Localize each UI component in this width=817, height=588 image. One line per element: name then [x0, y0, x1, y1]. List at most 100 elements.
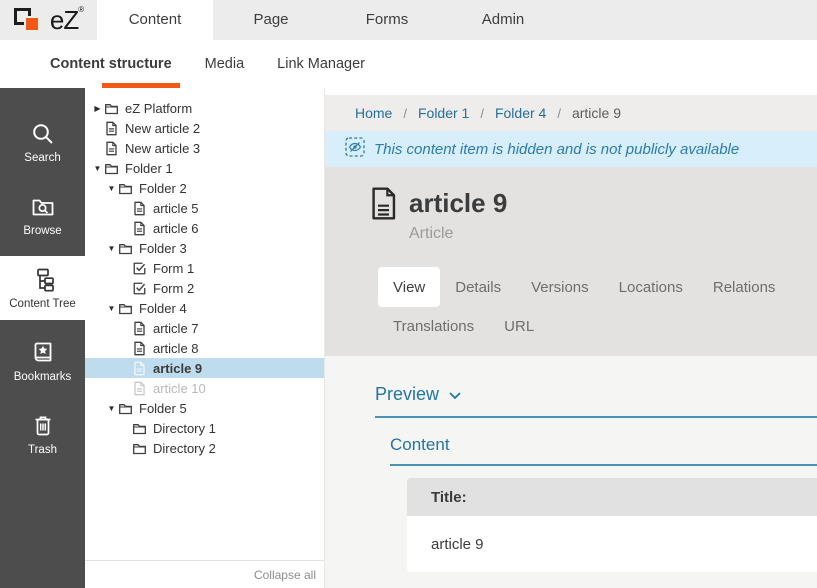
collapse-arrow-icon[interactable]: ▼: [105, 244, 118, 253]
article-icon: [132, 381, 147, 396]
top-tab-bar: ContentPageFormsAdmin: [97, 0, 561, 40]
folder-icon: [118, 401, 133, 416]
tree-item-label: article 9: [153, 361, 202, 376]
collapse-arrow-icon[interactable]: ▼: [105, 184, 118, 193]
hidden-content-notice-text: This content item is hidden and is not p…: [374, 141, 739, 158]
sidebar-item-trash[interactable]: Trash: [0, 402, 85, 466]
ez-logo[interactable]: eZ®: [0, 0, 97, 40]
tree-item-label: article 7: [153, 321, 199, 336]
tree-item-label: Folder 1: [125, 161, 173, 176]
article-icon: [132, 341, 147, 356]
tree-item-folder-3[interactable]: ▼ Folder 3: [85, 238, 324, 258]
tree-item-label: Folder 4: [139, 301, 187, 316]
tree-item-label: Folder 3: [139, 241, 187, 256]
subnav-item-content-structure[interactable]: Content structure: [50, 40, 172, 88]
tree-item-form-1[interactable]: Form 1: [85, 258, 324, 278]
folder-icon: [104, 101, 119, 116]
tree-item-form-2[interactable]: Form 2: [85, 278, 324, 298]
sidebar-item-label: Bookmarks: [14, 371, 72, 383]
collapse-arrow-icon[interactable]: ▼: [105, 304, 118, 313]
content-type-label: Article: [409, 225, 817, 243]
tree-item-new-article-2[interactable]: New article 2: [85, 118, 324, 138]
sidebar-item-label: Content Tree: [9, 298, 75, 310]
content-tab-bar: ViewDetailsVersionsLocationsRelations Tr…: [378, 267, 817, 345]
tree-item-label: New article 2: [125, 121, 200, 136]
tree-item-label: Directory 2: [153, 441, 216, 456]
tree-item-article-8[interactable]: article 8: [85, 338, 324, 358]
tab-view[interactable]: View: [378, 267, 440, 307]
content-section-rule: [390, 464, 817, 466]
content-tree-panel: ▶eZ PlatformNew article 2New article 3▼F…: [85, 88, 325, 588]
top-tab-page[interactable]: Page: [213, 0, 329, 40]
tree-item-article-9[interactable]: article 9: [85, 358, 324, 378]
expand-arrow-icon[interactable]: ▶: [91, 104, 104, 113]
tab-translations[interactable]: Translations: [378, 307, 489, 345]
tree-item-label: Form 2: [153, 281, 194, 296]
subnav-item-link-manager[interactable]: Link Manager: [277, 40, 365, 88]
secondary-nav: Content structure Media Link Manager: [0, 40, 817, 88]
breadcrumb-link-folder-1[interactable]: Folder 1: [418, 105, 469, 121]
bookmarks-icon: [30, 339, 56, 367]
sidebar-item-search[interactable]: Search: [0, 110, 85, 174]
top-tab-forms[interactable]: Forms: [329, 0, 445, 40]
browse-icon: [30, 193, 56, 221]
tab-locations[interactable]: Locations: [604, 267, 698, 307]
tree-item-article-10[interactable]: article 10: [85, 378, 324, 398]
preview-section-toggle[interactable]: Preview: [375, 384, 461, 405]
sidebar-item-browse[interactable]: Browse: [0, 183, 85, 247]
tree-item-ez-platform[interactable]: ▶ eZ Platform: [85, 98, 324, 118]
tree-item-label: Form 1: [153, 261, 194, 276]
tree-item-article-6[interactable]: article 6: [85, 218, 324, 238]
sidebar-item-content-tree[interactable]: Content Tree: [0, 256, 85, 320]
article-icon: [104, 121, 119, 136]
tree-item-article-5[interactable]: article 5: [85, 198, 324, 218]
breadcrumb-link-folder-4[interactable]: Folder 4: [495, 105, 546, 121]
sidebar-item-label: Search: [24, 152, 60, 164]
folder-icon: [118, 181, 133, 196]
tab-details[interactable]: Details: [440, 267, 516, 307]
top-tab-content[interactable]: Content: [97, 0, 213, 40]
ez-logo-text: eZ®: [50, 5, 83, 36]
top-navigation-bar: eZ® ContentPageFormsAdmin: [0, 0, 817, 40]
content-header: article 9 Article ViewDetailsVersionsLoc…: [325, 167, 817, 356]
sidebar-item-bookmarks[interactable]: Bookmarks: [0, 329, 85, 393]
collapse-arrow-icon[interactable]: ▼: [91, 164, 104, 173]
view-tab-body: Preview Content Title: article 9: [325, 356, 817, 588]
article-icon: [132, 221, 147, 236]
tab-versions[interactable]: Versions: [516, 267, 604, 307]
top-tab-admin[interactable]: Admin: [445, 0, 561, 40]
tree-item-directory-1[interactable]: Directory 1: [85, 418, 324, 438]
folder-icon: [132, 421, 147, 436]
tab-url[interactable]: URL: [489, 307, 549, 345]
breadcrumb: Home/Folder 1/Folder 4/article 9: [325, 95, 817, 131]
tree-item-folder-4[interactable]: ▼ Folder 4: [85, 298, 324, 318]
hidden-eye-icon: [345, 137, 365, 162]
form-icon: [132, 261, 147, 276]
sidebar-item-label: Trash: [28, 444, 57, 456]
tree-item-folder-1[interactable]: ▼ Folder 1: [85, 158, 324, 178]
sidebar-item-label: Browse: [23, 225, 61, 237]
folder-icon: [104, 161, 119, 176]
breadcrumb-separator: /: [480, 106, 484, 121]
tab-relations[interactable]: Relations: [698, 267, 791, 307]
tree-item-article-7[interactable]: article 7: [85, 318, 324, 338]
article-icon: [132, 321, 147, 336]
collapse-all-button[interactable]: Collapse all: [85, 560, 324, 588]
tree-item-label: article 10: [153, 381, 206, 396]
tree-item-new-article-3[interactable]: New article 3: [85, 138, 324, 158]
chevron-down-icon: [449, 389, 461, 400]
tree-item-label: article 8: [153, 341, 199, 356]
subnav-item-media[interactable]: Media: [205, 40, 245, 88]
registered-mark: ®: [78, 5, 83, 14]
tree-item-label: eZ Platform: [125, 101, 192, 116]
breadcrumb-link-home[interactable]: Home: [355, 105, 392, 121]
tree-item-folder-2[interactable]: ▼Folder 2: [85, 178, 324, 198]
preview-section-label: Preview: [375, 384, 439, 405]
tree-item-directory-2[interactable]: Directory 2: [85, 438, 324, 458]
collapse-arrow-icon[interactable]: ▼: [105, 404, 118, 413]
tree-item-label: Directory 1: [153, 421, 216, 436]
tree-item-label: article 5: [153, 201, 199, 216]
tree-item-folder-5[interactable]: ▼Folder 5: [85, 398, 324, 418]
field-table: Title: article 9: [407, 478, 817, 572]
breadcrumb-current: article 9: [572, 105, 621, 121]
